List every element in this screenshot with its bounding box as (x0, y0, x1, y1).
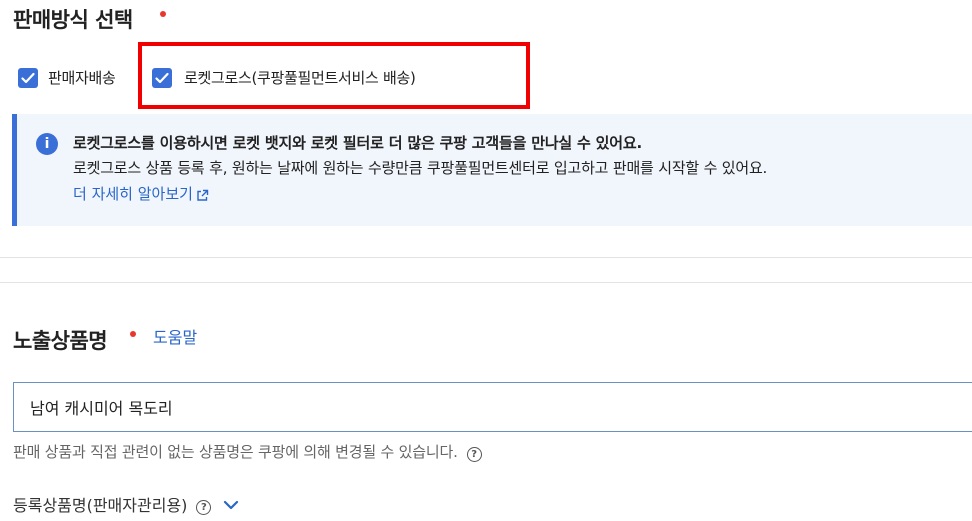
required-indicator (160, 11, 166, 17)
learn-more-link[interactable]: 더 자세히 알아보기 (73, 183, 209, 204)
section-divider (0, 257, 972, 258)
check-icon (21, 72, 35, 83)
required-indicator (130, 331, 136, 337)
check-icon (155, 72, 169, 83)
learn-more-label: 더 자세히 알아보기 (73, 185, 193, 203)
sales-method-title: 판매방식 선택 (13, 8, 133, 32)
info-icon: i (36, 133, 58, 155)
section-divider (0, 282, 972, 283)
question-icon[interactable]: ? (466, 447, 482, 462)
info-headline: 로켓그로스를 이용하시면 로켓 뱃지와 로켓 필터로 더 많은 쿠팡 고객들을 … (73, 134, 642, 152)
rocket-growth-info-box: i 로켓그로스를 이용하시면 로켓 뱃지와 로켓 필터로 더 많은 쿠팡 고객들… (12, 114, 972, 226)
chevron-down-icon[interactable] (223, 500, 239, 510)
option-seller-delivery[interactable]: 판매자배송 (18, 67, 116, 88)
question-icon[interactable]: ? (196, 499, 212, 515)
checkbox-rocket-growth[interactable] (152, 67, 172, 88)
product-name-hint: 판매 상품과 직접 관련이 없는 상품명은 쿠팡에 의해 변경될 수 있습니다.… (13, 441, 482, 462)
checkbox-seller-delivery[interactable] (18, 67, 38, 88)
option-label-seller-delivery: 판매자배송 (48, 69, 116, 87)
option-rocket-growth[interactable]: 로켓그로스(쿠팡풀필먼트서비스 배송) (152, 67, 416, 88)
option-label-rocket-growth: 로켓그로스(쿠팡풀필먼트서비스 배송) (184, 69, 416, 87)
external-link-icon (197, 189, 209, 201)
product-name-input[interactable] (13, 382, 972, 432)
product-name-hint-text: 판매 상품과 직접 관련이 없는 상품명은 쿠팡에 의해 변경될 수 있습니다. (13, 443, 458, 461)
registered-name-row[interactable]: 등록상품명(판매자관리용) ? (13, 492, 239, 516)
info-body: 로켓그로스 상품 등록 후, 원하는 날짜에 원하는 수량만큼 쿠팡풀필먼트센터… (73, 159, 768, 177)
product-name-title: 노출상품명 (13, 329, 108, 353)
help-link[interactable]: 도움말 (153, 324, 197, 348)
registered-name-label: 등록상품명(판매자관리용) (13, 496, 188, 515)
